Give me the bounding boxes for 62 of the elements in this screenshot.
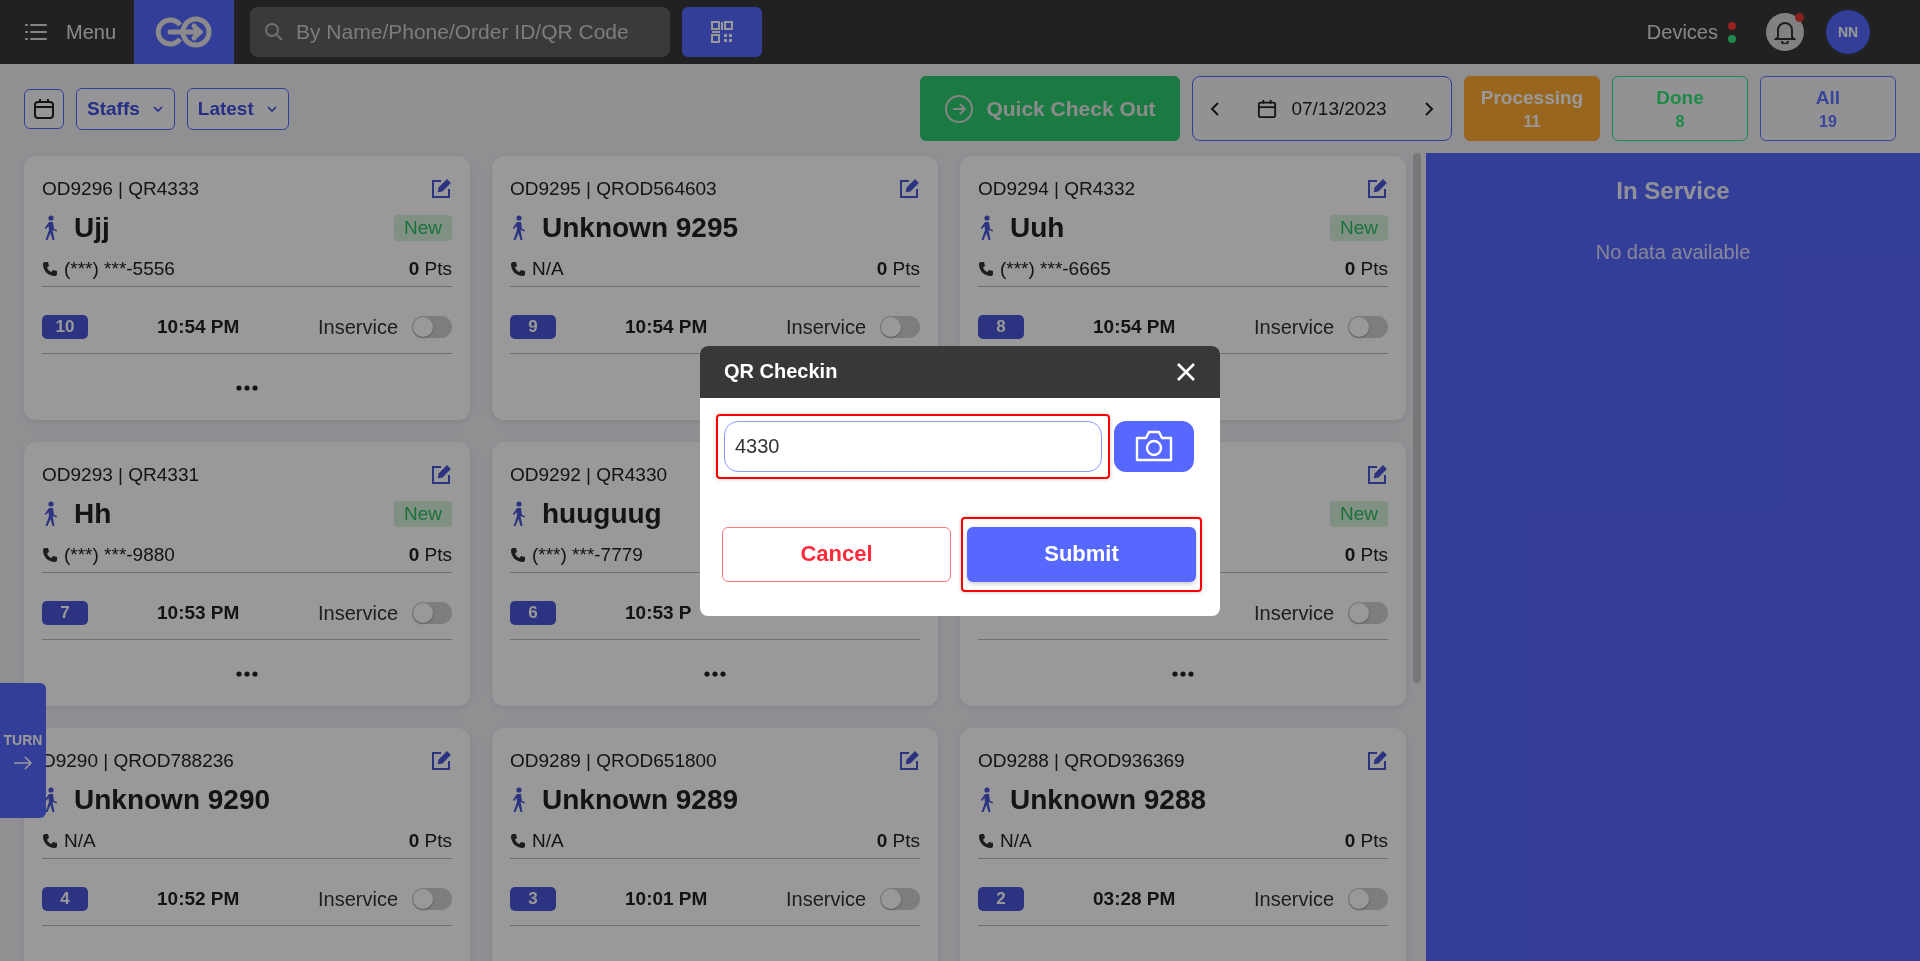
queue-number-badge: 8 (978, 315, 1024, 339)
order-id: OD9296 | QR4333 (42, 178, 200, 200)
queue-number-badge: 9 (510, 315, 556, 339)
customer-name: Unknown 9295 (542, 212, 739, 244)
points-label: 0 Pts (408, 544, 452, 566)
customer-name: Unknown 9288 (1010, 784, 1207, 816)
phone-number: N/A (64, 830, 96, 852)
order-id: OD9294 | QR4332 (978, 178, 1136, 200)
points-label: 0 Pts (1344, 830, 1388, 852)
panel-title: In Service (1616, 177, 1730, 205)
queue-number-badge: 2 (978, 887, 1024, 911)
phone-number: (***) ***-5556 (64, 258, 175, 280)
check-in-time: 10:54 PM (1093, 316, 1176, 338)
inservice-label: Inservice (1253, 887, 1334, 911)
customer-name: Unknown 9289 (542, 784, 739, 816)
queue-number-badge: 4 (42, 887, 88, 911)
phone-number: N/A (532, 830, 564, 852)
inservice-label: Inservice (317, 315, 398, 339)
new-tag: New (1330, 501, 1388, 527)
customer-name: Ujj (74, 212, 110, 244)
check-in-time: 10:54 PM (625, 316, 708, 338)
customer-name: Hh (74, 498, 112, 530)
points-label: 0 Pts (1344, 544, 1388, 566)
new-tag: New (1330, 215, 1388, 241)
points-label: 0 Pts (408, 830, 452, 852)
inservice-label: Inservice (1253, 601, 1334, 625)
points-label: 0 Pts (876, 258, 920, 280)
inservice-label: Inservice (785, 887, 866, 911)
order-id: OD9289 | QROD651800 (510, 750, 717, 772)
inservice-label: Inservice (317, 601, 398, 625)
check-in-time: 10:52 PM (157, 888, 240, 910)
dialog-title: QR Checkin (724, 360, 838, 383)
phone-number: (***) ***-7779 (532, 544, 643, 566)
queue-number-badge: 10 (42, 315, 88, 339)
check-in-time: 10:01 PM (625, 888, 708, 910)
new-tag: New (394, 215, 452, 241)
customer-name: Uuh (1010, 212, 1065, 244)
queue-number-badge: 6 (510, 601, 556, 625)
empty-message: No data available (1595, 241, 1751, 264)
customer-name: huuguug (542, 498, 662, 530)
points-label: 0 Pts (408, 258, 452, 280)
queue-number-badge: 3 (510, 887, 556, 911)
order-id: OD9295 | QROD564603 (510, 178, 717, 200)
points-label: 0 Pts (1344, 258, 1388, 280)
queue-number-badge: 7 (42, 601, 88, 625)
phone-number: (***) ***-9880 (64, 544, 175, 566)
phone-number: N/A (1000, 830, 1032, 852)
points-label: 0 Pts (876, 830, 920, 852)
order-id: OD9288 | QROD936369 (978, 750, 1185, 772)
inservice-label: Inservice (317, 887, 398, 911)
check-in-time: 10:53 P (625, 602, 692, 624)
check-in-time: 03:28 PM (1093, 888, 1176, 910)
phone-number: (***) ***-6665 (1000, 258, 1111, 280)
order-id: OD9292 | QR4330 (510, 464, 668, 486)
new-tag: New (394, 501, 452, 527)
inservice-label: Inservice (1253, 315, 1334, 339)
customer-name: Unknown 9290 (74, 784, 271, 816)
order-id: OD9293 | QR4331 (42, 464, 200, 486)
check-in-time: 10:53 PM (157, 602, 240, 624)
inservice-label: Inservice (785, 315, 866, 339)
phone-number: N/A (532, 258, 564, 280)
check-in-time: 10:54 PM (157, 316, 240, 338)
